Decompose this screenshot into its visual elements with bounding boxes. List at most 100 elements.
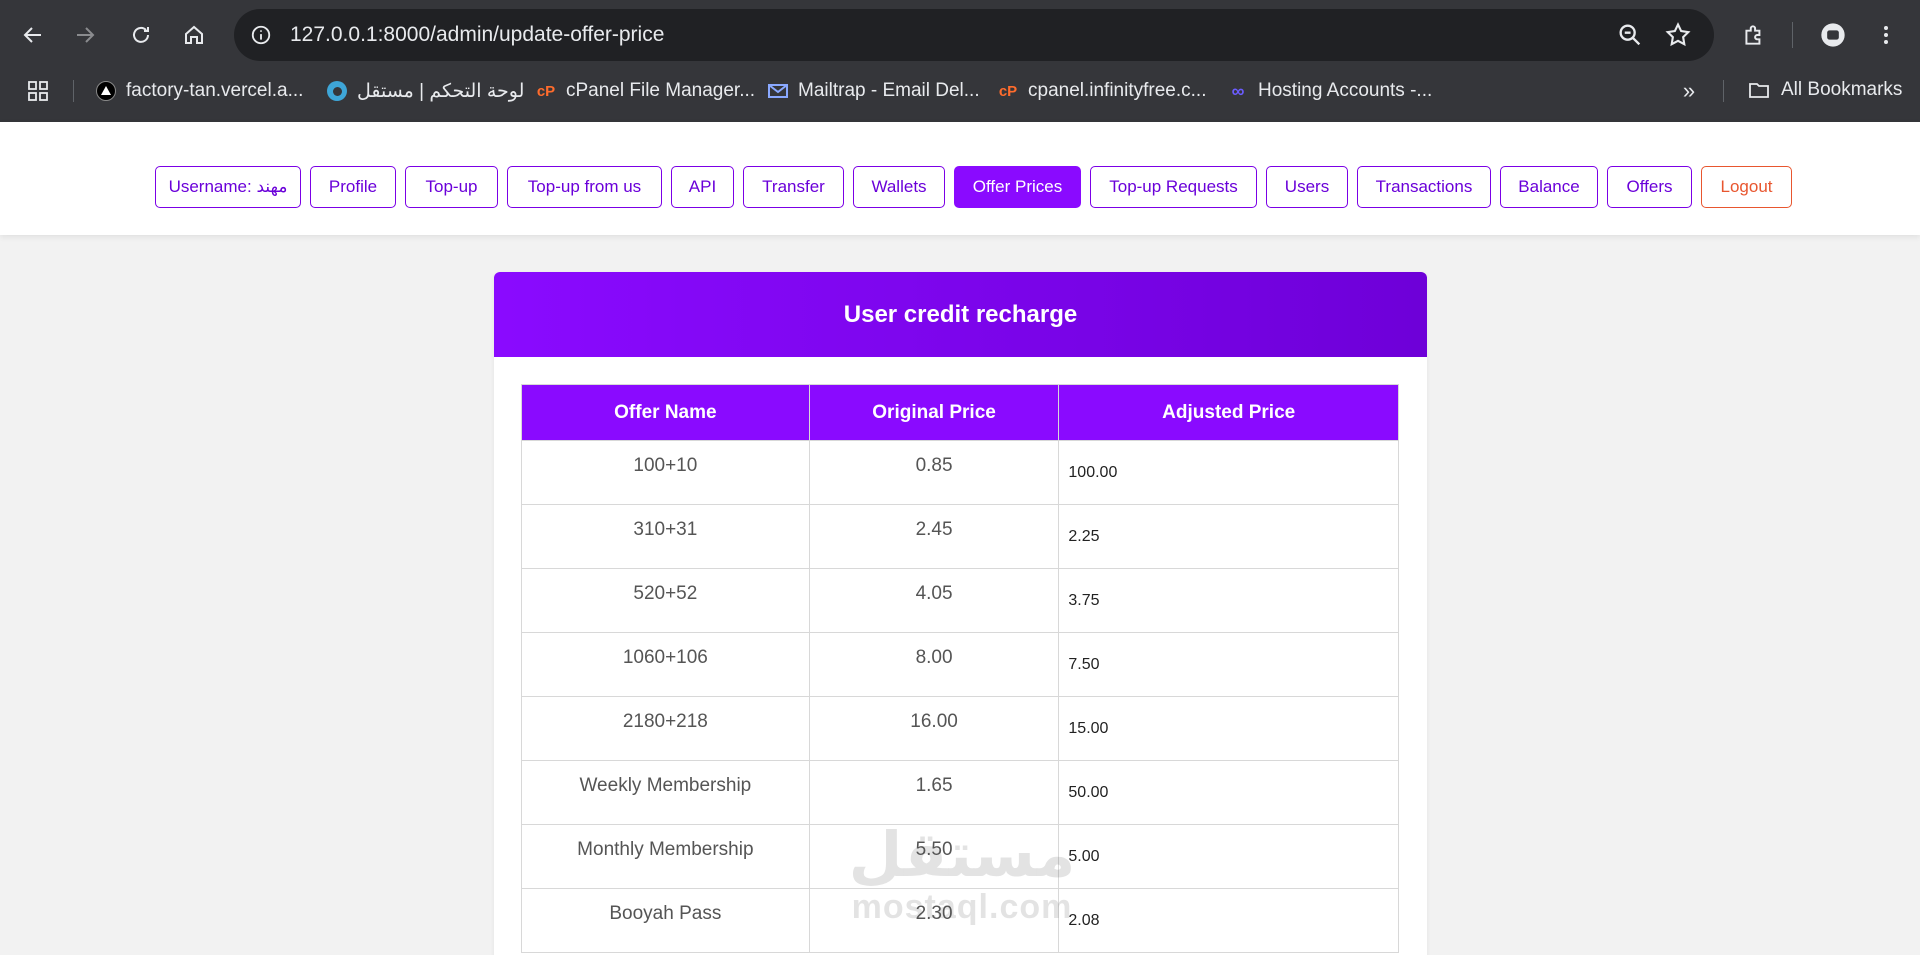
- offer-name: Booyah Pass: [521, 888, 810, 953]
- bookmark-item[interactable]: cP cPanel File Manager...: [536, 78, 755, 104]
- nav-api[interactable]: API: [671, 166, 734, 208]
- bookmark-star-icon[interactable]: [1664, 21, 1692, 49]
- nav-users[interactable]: Users: [1266, 166, 1348, 208]
- bookmark-label: cPanel File Manager...: [566, 80, 756, 101]
- nav-username[interactable]: Username: مهند: [155, 166, 301, 208]
- adjusted-price-input[interactable]: 15.00: [1058, 696, 1399, 761]
- infinity-icon: ∞: [1231, 80, 1245, 101]
- puzzle-icon: [1745, 25, 1761, 45]
- offer-name: 310+31: [521, 504, 810, 569]
- back-button[interactable]: [15, 17, 51, 53]
- zoom-icon[interactable]: [1616, 21, 1644, 49]
- nav-wallets[interactable]: Wallets: [853, 166, 945, 208]
- original-price: 16.00: [808, 696, 1060, 761]
- chevron-double-right-icon[interactable]: »: [1676, 78, 1702, 104]
- offer-price-card: User credit recharge Offer Name Original…: [494, 272, 1427, 955]
- extensions-button[interactable]: [1736, 17, 1772, 53]
- avatar-icon: [1821, 23, 1845, 47]
- bookmark-item[interactable]: cP cpanel.infinityfree.c...: [998, 78, 1207, 104]
- all-bookmarks-label: All Bookmarks: [1781, 79, 1903, 100]
- adjusted-price-input[interactable]: 5.00: [1058, 824, 1399, 889]
- menu-button[interactable]: [1868, 17, 1904, 53]
- bookmark-label: factory-tan.vercel.a...: [126, 80, 304, 101]
- mostaql-icon: [327, 81, 347, 101]
- bookmark-label: Hosting Accounts -...: [1258, 80, 1433, 101]
- more-vertical-icon: [1884, 26, 1888, 44]
- offer-name: 100+10: [521, 440, 810, 505]
- offer-name: 520+52: [521, 568, 810, 633]
- adjusted-price-input[interactable]: 7.50: [1058, 632, 1399, 697]
- table-row: 520+52 4.05 3.75: [521, 568, 1399, 633]
- original-price: 8.00: [808, 632, 1060, 697]
- profile-avatar[interactable]: [1815, 17, 1851, 53]
- table-row: 1060+106 8.00 7.50: [521, 632, 1399, 697]
- table-row: 100+10 0.85 100.00: [521, 440, 1399, 505]
- original-price: 5.50: [808, 824, 1060, 889]
- bookmarks-divider: [73, 80, 74, 102]
- original-price: 4.05: [808, 568, 1060, 633]
- browser-chrome: 127.0.0.1:8000/admin/update-offer-price …: [0, 0, 1920, 122]
- original-price: 0.85: [808, 440, 1060, 505]
- address-bar[interactable]: 127.0.0.1:8000/admin/update-offer-price: [234, 9, 1714, 61]
- adjusted-price-input[interactable]: 3.75: [1058, 568, 1399, 633]
- bookmarks-divider: [1723, 80, 1724, 102]
- cpanel-icon: cP: [536, 82, 556, 100]
- browser-toolbar: 127.0.0.1:8000/admin/update-offer-price: [0, 0, 1920, 70]
- offer-name: Monthly Membership: [521, 824, 810, 889]
- bookmark-item[interactable]: ∞ Hosting Accounts -...: [1228, 78, 1433, 104]
- home-icon: [185, 25, 203, 44]
- adjusted-price-input[interactable]: 100.00: [1058, 440, 1399, 505]
- original-price: 2.30: [808, 888, 1060, 953]
- offer-name: Weekly Membership: [521, 760, 810, 825]
- table-row: 2180+218 16.00 15.00: [521, 696, 1399, 761]
- nav-balance[interactable]: Balance: [1500, 166, 1598, 208]
- nav-offer-prices[interactable]: Offer Prices: [954, 166, 1081, 208]
- vercel-icon: [96, 81, 116, 101]
- table-header-row: Offer Name Original Price Adjusted Price: [521, 384, 1399, 441]
- column-header: Offer Name: [521, 384, 810, 441]
- nav-top-up[interactable]: Top-up: [405, 166, 498, 208]
- url-text[interactable]: 127.0.0.1:8000/admin/update-offer-price: [290, 23, 664, 47]
- nav-top-up-requests[interactable]: Top-up Requests: [1090, 166, 1257, 208]
- bookmark-label: cpanel.infinityfree.c...: [1028, 80, 1207, 101]
- original-price: 1.65: [808, 760, 1060, 825]
- table-row: Weekly Membership 1.65 50.00: [521, 760, 1399, 825]
- cpanel-icon: cP: [998, 82, 1018, 100]
- table-row: Booyah Pass 2.30 2.08: [521, 888, 1399, 953]
- table-row: 310+31 2.45 2.25: [521, 504, 1399, 569]
- all-bookmarks-button[interactable]: All Bookmarks: [1747, 78, 1902, 102]
- column-header: Original Price: [808, 384, 1060, 441]
- column-header: Adjusted Price: [1058, 384, 1399, 441]
- bookmarks-bar: factory-tan.vercel.a... لوحة التحكم | مس…: [0, 70, 1920, 112]
- bookmark-item[interactable]: Mailtrap - Email Del...: [768, 78, 980, 104]
- toolbar-divider: [1792, 22, 1793, 48]
- original-price: 2.45: [808, 504, 1060, 569]
- adjusted-price-input[interactable]: 2.08: [1058, 888, 1399, 953]
- bookmark-item[interactable]: لوحة التحكم | مستقل: [327, 78, 524, 104]
- bookmark-label: لوحة التحكم | مستقل: [357, 80, 525, 102]
- nav-profile[interactable]: Profile: [310, 166, 396, 208]
- admin-navbar: Username: مهند Profile Top-up Top-up fro…: [0, 122, 1920, 235]
- table-row: Monthly Membership 5.50 5.00: [521, 824, 1399, 889]
- arrow-right-icon: [77, 27, 95, 43]
- offer-name: 1060+106: [521, 632, 810, 697]
- nav-offers[interactable]: Offers: [1607, 166, 1692, 208]
- site-info-icon[interactable]: [248, 22, 274, 48]
- arrow-left-icon: [23, 27, 41, 43]
- offer-price-table: Offer Name Original Price Adjusted Price…: [521, 384, 1399, 953]
- logout-button[interactable]: Logout: [1701, 166, 1792, 208]
- card-title: User credit recharge: [494, 272, 1427, 357]
- forward-button[interactable]: [67, 17, 103, 53]
- home-button[interactable]: [176, 17, 212, 53]
- offer-name: 2180+218: [521, 696, 810, 761]
- reload-icon: [133, 26, 149, 43]
- reload-button[interactable]: [123, 17, 159, 53]
- folder-icon: [1749, 83, 1769, 98]
- nav-top-up-from-us[interactable]: Top-up from us: [507, 166, 662, 208]
- nav-transfer[interactable]: Transfer: [743, 166, 844, 208]
- adjusted-price-input[interactable]: 50.00: [1058, 760, 1399, 825]
- adjusted-price-input[interactable]: 2.25: [1058, 504, 1399, 569]
- bookmark-item[interactable]: factory-tan.vercel.a...: [96, 78, 303, 104]
- nav-transactions[interactable]: Transactions: [1357, 166, 1491, 208]
- apps-grid-icon[interactable]: [26, 79, 50, 103]
